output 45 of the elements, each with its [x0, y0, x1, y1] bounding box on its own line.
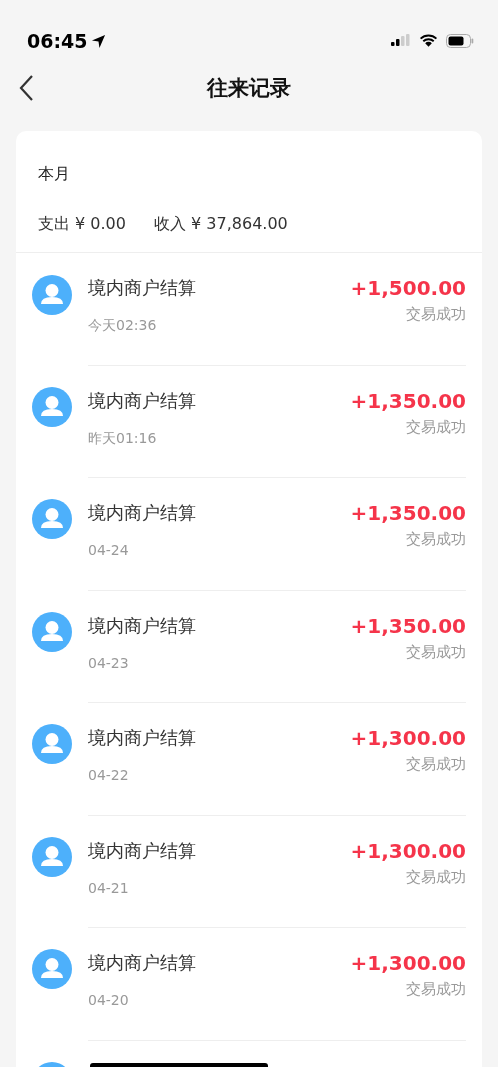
location-arrow-icon: [91, 33, 107, 49]
record-amount: +1,350.00: [350, 500, 466, 526]
record-amount: +1,300.00: [350, 725, 466, 751]
record-title: 境内商户结算: [88, 277, 197, 300]
record-status: 交易成功: [405, 304, 466, 325]
avatar-icon: [32, 836, 72, 877]
record-title: 境内商户结算: [88, 839, 197, 863]
avatar-icon: [32, 275, 72, 315]
avatar-icon: [32, 499, 72, 539]
record-title: 境内商户结算: [88, 952, 197, 975]
record-status: 交易成功: [405, 754, 466, 775]
record-amount: +1,350.00: [350, 387, 466, 414]
period-label: 本月: [38, 164, 70, 183]
avatar-icon: [32, 949, 72, 989]
record-amount: +1,300.00: [350, 837, 466, 864]
record-amount: +1,500.00: [350, 275, 466, 301]
record-title: 境内商户结算: [88, 614, 197, 638]
record-title: 境内商户结算: [88, 502, 197, 525]
battery-icon: [446, 34, 474, 48]
record-time: 昨天01:16: [88, 428, 158, 448]
record-status: 交易成功: [405, 641, 466, 663]
page-title: 往来记录: [207, 75, 291, 103]
signal-icon: [391, 34, 411, 48]
record-time: 04-20: [88, 991, 130, 1010]
expense-total: 支出 ¥ 0.00: [38, 213, 126, 235]
record-amount: +1,350.00: [350, 612, 466, 639]
avatar-icon: [32, 724, 72, 764]
record-title: 境内商户结算: [88, 389, 197, 413]
record-status: 交易成功: [405, 979, 466, 1000]
record-status: 交易成功: [405, 866, 466, 888]
record-time: 04-22: [88, 766, 130, 785]
avatar-icon: [32, 386, 72, 427]
record-status: 交易成功: [405, 416, 466, 438]
back-button[interactable]: [18, 74, 34, 102]
record-time: 04-24: [88, 541, 130, 560]
record-status: 交易成功: [405, 529, 466, 550]
record-time: 04-21: [88, 878, 130, 898]
clock-time: 06:45: [27, 28, 88, 54]
record-title: 境内商户结算: [88, 727, 197, 750]
record-amount: +1,300.00: [350, 950, 466, 976]
record-time: 04-23: [88, 653, 130, 673]
wifi-icon: [419, 34, 438, 48]
record-time: 今天02:36: [88, 316, 158, 335]
income-total: 收入 ¥ 37,864.00: [154, 213, 288, 235]
avatar-icon: [32, 611, 72, 652]
